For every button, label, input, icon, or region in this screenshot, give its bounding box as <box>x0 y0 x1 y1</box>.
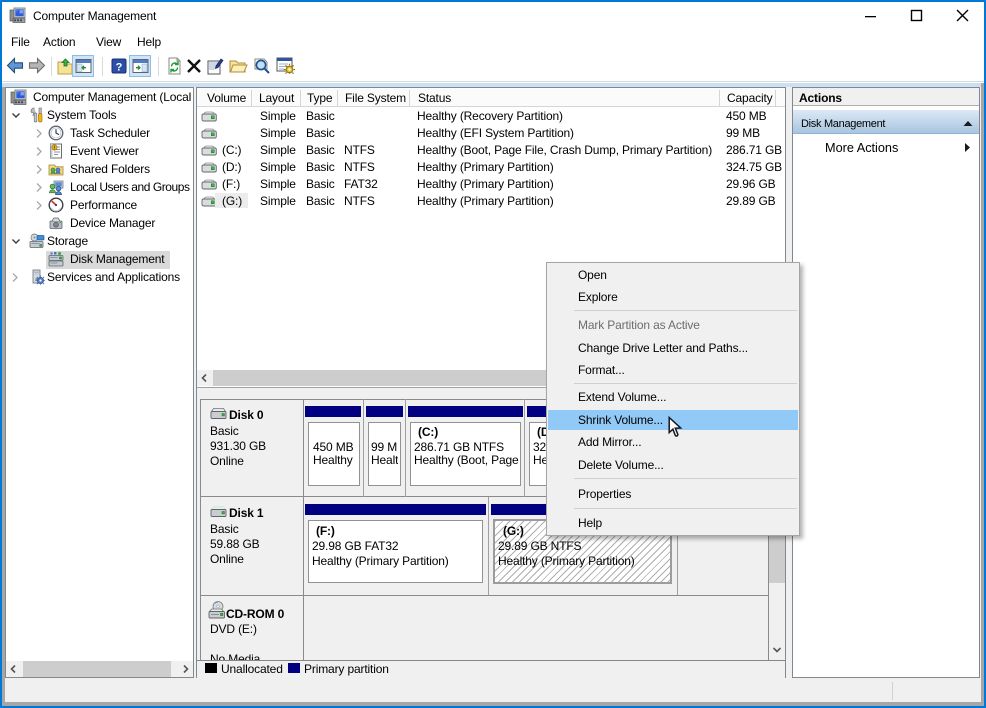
svg-text:?: ? <box>116 62 123 74</box>
